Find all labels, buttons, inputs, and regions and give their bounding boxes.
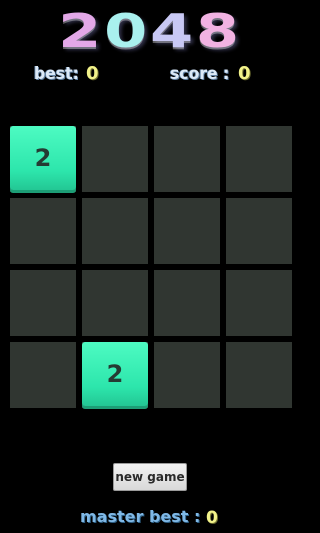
board-cell — [154, 198, 220, 264]
board-cell — [82, 270, 148, 336]
board-cell — [154, 342, 220, 408]
board-cell: 2 — [10, 126, 76, 192]
board-cell — [82, 198, 148, 264]
board-cell — [226, 342, 292, 408]
board-cell — [82, 126, 148, 192]
board-cell: 2 — [82, 342, 148, 408]
best-label: best: — [34, 64, 79, 84]
title-char: 0 — [104, 4, 150, 58]
tile-2: 2 — [10, 126, 76, 190]
board-cell — [226, 126, 292, 192]
title-char: 8 — [195, 4, 242, 58]
score-label: score : — [170, 64, 230, 84]
board-cell — [226, 198, 292, 264]
best-value: 0 — [86, 63, 99, 84]
game-screen: 2048 best: 0 score : 0 22 new game maste… — [0, 0, 300, 533]
game-title: 2048 — [0, 4, 320, 58]
score-value: 0 — [238, 63, 251, 84]
title-char: 4 — [150, 4, 196, 58]
master-best-label: master best : — [80, 507, 201, 526]
title-char: 2 — [58, 4, 105, 58]
game-board[interactable]: 22 — [10, 126, 292, 408]
board-cell — [10, 270, 76, 336]
board-cell — [154, 270, 220, 336]
board-cell — [10, 198, 76, 264]
tile-2: 2 — [82, 342, 148, 406]
board-cell — [10, 342, 76, 408]
new-game-button[interactable]: new game — [113, 463, 187, 491]
board-cell — [226, 270, 292, 336]
master-best-value: 0 — [206, 508, 218, 528]
board-cell — [154, 126, 220, 192]
